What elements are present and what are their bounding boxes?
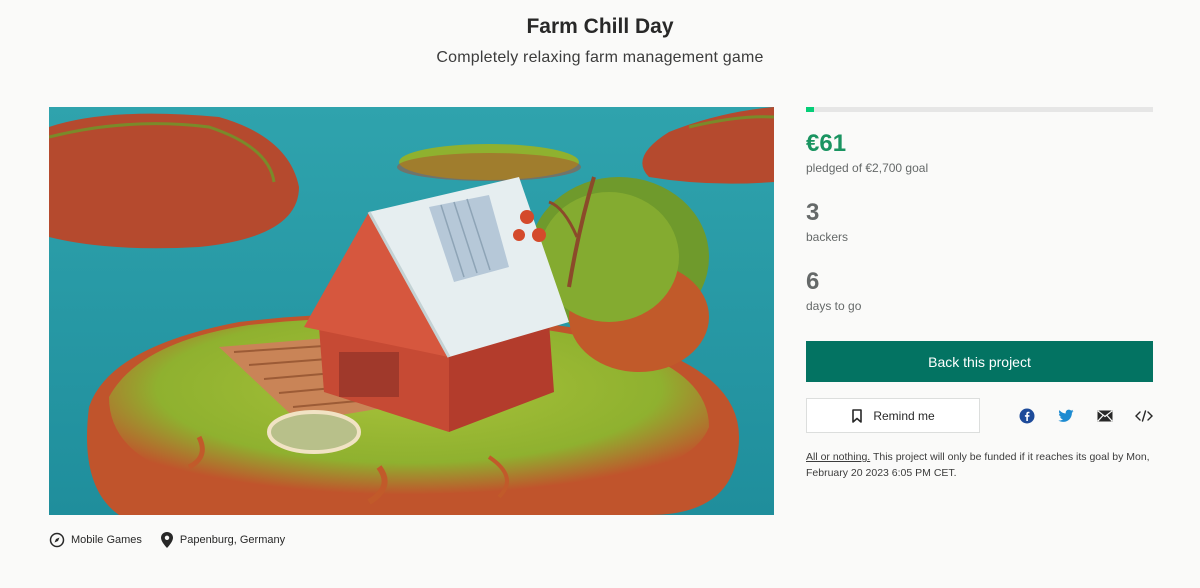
category-link[interactable]: Mobile Games [49, 532, 142, 548]
pledged-label: pledged of €2,700 goal [806, 161, 929, 175]
farmhouse-illustration [49, 107, 774, 515]
funding-progress-bar [806, 107, 1153, 112]
project-meta: Mobile Games Papenburg, Germany [49, 530, 303, 550]
pledged-stat: €61 pledged of €2,700 goal [806, 130, 928, 175]
funding-panel: €61 pledged of €2,700 goal 3 backers 6 d… [806, 107, 1153, 479]
twitter-icon[interactable] [1057, 407, 1075, 425]
compass-icon [49, 532, 65, 548]
remind-me-label: Remind me [873, 408, 935, 423]
backers-stat: 3 backers [806, 199, 848, 244]
map-pin-icon [160, 532, 173, 548]
pledged-amount: €61 [806, 130, 847, 157]
remind-me-button[interactable]: Remind me [806, 398, 980, 433]
days-count: 6 [806, 268, 820, 295]
back-project-button[interactable]: Back this project [806, 341, 1153, 382]
category-label: Mobile Games [71, 534, 142, 546]
all-or-nothing-notice: All or nothing. This project will only b… [806, 449, 1153, 481]
backers-label: backers [806, 230, 849, 244]
email-icon[interactable] [1096, 407, 1114, 425]
project-title: Farm Chill Day [526, 15, 674, 38]
location-label: Papenburg, Germany [179, 534, 286, 546]
backers-count: 3 [806, 199, 820, 226]
embed-icon[interactable] [1135, 407, 1153, 425]
project-hero-image[interactable] [49, 107, 774, 515]
facebook-icon[interactable] [1018, 407, 1036, 425]
days-label: days to go [806, 299, 862, 313]
share-links [1018, 406, 1153, 426]
project-subtitle: Completely relaxing farm management game [436, 49, 764, 66]
days-stat: 6 days to go [806, 268, 861, 313]
all-or-nothing-link[interactable]: All or nothing. [806, 451, 870, 463]
bookmark-icon [852, 408, 863, 423]
funding-progress-fill [806, 107, 814, 112]
location-link[interactable]: Papenburg, Germany [160, 531, 285, 549]
